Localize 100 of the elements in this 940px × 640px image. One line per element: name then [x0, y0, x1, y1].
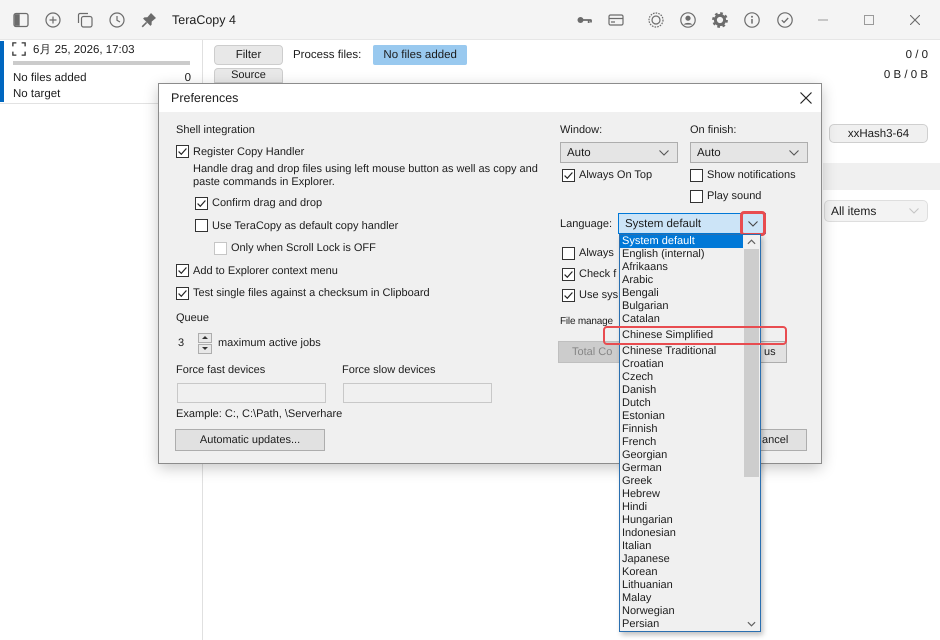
job-date[interactable]: 6月 25, 2026, 17:03 — [33, 42, 135, 56]
checkbox-label: Confirm drag and drop — [212, 197, 322, 209]
scroll-down-icon[interactable] — [747, 621, 756, 627]
language-select[interactable]: System default — [618, 213, 766, 234]
language-option[interactable]: Hebrew — [620, 488, 743, 501]
spin-up-button[interactable] — [198, 332, 212, 342]
checkbox[interactable] — [176, 145, 189, 158]
language-option[interactable]: Czech — [620, 371, 743, 384]
settings-icon[interactable] — [712, 12, 728, 28]
language-option[interactable]: Indonesian — [620, 527, 743, 540]
card-icon[interactable] — [608, 12, 624, 28]
size-text: 0 B / 0 B — [884, 69, 928, 81]
checkbox-label: Play sound — [707, 190, 762, 202]
language-option[interactable]: Dutch — [620, 397, 743, 410]
checkbox[interactable] — [195, 196, 208, 210]
process-label: Process files: — [293, 49, 362, 61]
caret-icon — [789, 150, 799, 156]
select-label: Language: — [560, 218, 613, 230]
scrollbar[interactable] — [743, 235, 760, 631]
language-option[interactable]: Bengali — [620, 287, 743, 300]
checkbox-label: Only when Scroll Lock is OFF — [231, 242, 376, 254]
language-option[interactable]: Persian — [620, 618, 743, 631]
checkbox[interactable] — [176, 264, 189, 277]
clock-icon[interactable] — [109, 12, 125, 28]
file-count: 0 / 0 — [906, 49, 928, 61]
job-target: No target — [13, 87, 60, 101]
input-field[interactable] — [343, 383, 492, 403]
copy-icon[interactable] — [77, 12, 93, 28]
job-count: 0 — [184, 71, 191, 85]
close-icon[interactable] — [800, 92, 812, 104]
checkbox[interactable] — [690, 168, 703, 182]
checkbox-label: Register Copy Handler — [193, 146, 304, 158]
section-heading: Shell integration — [176, 123, 255, 137]
language-option[interactable]: Norwegian — [620, 605, 743, 618]
example-text: Example: C:, C:\Path, \Serverhare — [176, 407, 342, 421]
down-triangle-icon — [202, 347, 208, 350]
language-option[interactable]: Finnish — [620, 423, 743, 436]
language-option[interactable]: Malay — [620, 592, 743, 605]
language-option[interactable]: Afrikaans — [620, 261, 743, 274]
add-icon[interactable] — [45, 12, 61, 28]
checkbox[interactable] — [562, 246, 575, 260]
sidebar-toggle-icon[interactable] — [13, 12, 29, 28]
checkbox-label: Always On Top — [579, 169, 652, 181]
process-status: No files added — [373, 45, 467, 65]
ring-icon[interactable] — [648, 12, 664, 28]
language-option[interactable]: German — [620, 462, 743, 475]
queue-field[interactable]: 3 — [176, 337, 198, 349]
filter-button[interactable]: Filter — [214, 45, 283, 65]
automatic-updates-button[interactable]: Automatic updates... — [175, 429, 325, 451]
view-select[interactable]: All items — [824, 200, 928, 222]
source-button[interactable]: Source — [214, 68, 283, 82]
checkbox[interactable] — [176, 286, 189, 300]
scrollbar-thumb[interactable] — [744, 249, 759, 477]
checkbox-label: Use sys — [579, 289, 618, 301]
language-option[interactable]: English (internal) — [620, 248, 743, 261]
section-heading: Queue — [176, 311, 210, 325]
language-option[interactable]: Arabic — [620, 274, 743, 287]
checkbox[interactable] — [562, 268, 575, 280]
hash-button[interactable]: xxHash3-64 — [829, 124, 928, 143]
select-label: Window: — [560, 123, 602, 137]
checkbox[interactable] — [195, 219, 208, 232]
language-option[interactable]: Catalan — [620, 313, 743, 326]
language-option[interactable]: Danish — [620, 384, 743, 397]
dialog-title: Preferences — [171, 91, 238, 105]
section-heading: File manage — [560, 315, 613, 329]
checkbox[interactable] — [562, 288, 575, 302]
checkbox[interactable] — [562, 168, 575, 182]
language-option[interactable]: Japanese — [620, 553, 743, 566]
language-option[interactable]: Hungarian — [620, 514, 743, 527]
language-option[interactable]: Croatian — [620, 358, 743, 371]
window-select[interactable]: Auto — [560, 142, 678, 163]
language-option[interactable]: Greek — [620, 475, 743, 488]
user-icon[interactable] — [680, 12, 696, 28]
language-option[interactable]: Hindi — [620, 501, 743, 514]
caret-icon — [909, 208, 919, 214]
language-option[interactable]: Chinese Traditional — [620, 345, 743, 358]
checkbox-label: Use TeraCopy as default copy handler — [212, 220, 398, 232]
checkbox[interactable] — [690, 190, 703, 202]
up-triangle-icon — [202, 336, 208, 339]
language-option[interactable]: Georgian — [620, 449, 743, 462]
select-label: On finish: — [690, 123, 736, 137]
check-circle-icon[interactable] — [777, 12, 793, 28]
cancel-button[interactable]: ancel — [760, 429, 807, 451]
language-option[interactable]: Lithuanian — [620, 579, 743, 592]
spin-down-button[interactable] — [198, 344, 212, 354]
language-option[interactable]: French — [620, 436, 743, 449]
scroll-up-icon[interactable] — [747, 239, 756, 245]
language-option[interactable]: Korean — [620, 566, 743, 579]
language-option[interactable]: System default — [620, 235, 743, 248]
finish-select[interactable]: Auto — [690, 142, 808, 163]
language-option[interactable]: Italian — [620, 540, 743, 553]
queue-label: maximum active jobs — [218, 337, 321, 349]
input-field[interactable] — [177, 383, 326, 403]
pin-icon[interactable] — [141, 12, 157, 28]
language-option[interactable]: Estonian — [620, 410, 743, 423]
info-icon[interactable] — [744, 12, 760, 28]
maximize-icon[interactable] — [864, 14, 874, 24]
language-option[interactable]: Bulgarian — [620, 300, 743, 313]
job-status: No files added — [13, 71, 87, 85]
checkbox-label: Add to Explorer context menu — [193, 264, 338, 276]
